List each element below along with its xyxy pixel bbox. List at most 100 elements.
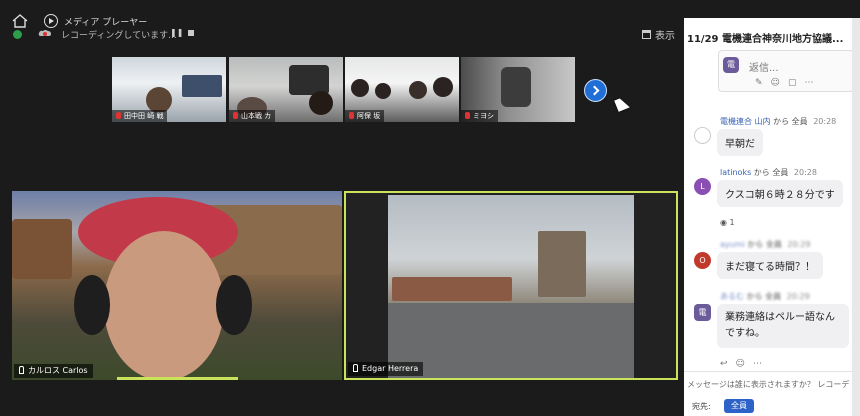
participant-head [433, 77, 453, 97]
thumbnail-name: 山本戦 カ [241, 112, 272, 120]
participant-head [309, 91, 333, 115]
file-icon[interactable]: ▢ [788, 78, 797, 88]
sender-name: ayumi [720, 240, 745, 249]
reaction-count: 1 [729, 218, 735, 227]
reaction-badge[interactable]: ◉ 1 [720, 218, 735, 227]
video-tile-edgar[interactable]: Edgar Herrera [344, 191, 678, 380]
muted-mic-icon [465, 112, 470, 119]
thumbnail-name: ミヨシ [473, 112, 494, 120]
chat-scrollbar[interactable] [852, 18, 860, 416]
sender-scope: から 全員 [747, 240, 782, 249]
tile-name-label: カルロス Carlos [14, 364, 93, 378]
background-building [12, 219, 72, 279]
pause-recording-button[interactable]: ❚❚ [170, 28, 183, 37]
video-tile-carlos[interactable]: カルロス Carlos [12, 191, 342, 380]
sender-name: あるむ [720, 292, 744, 301]
media-player-icon [44, 14, 58, 28]
message-sender: latinoks から 全員 20:28 [720, 167, 817, 178]
recording-status: レコーディングしています... [61, 31, 177, 41]
reply-placeholder: 返信... [749, 63, 779, 74]
message-time: 20:29 [787, 240, 811, 249]
message-time: 20:28 [793, 168, 817, 177]
view-button[interactable]: 表示 [642, 27, 675, 42]
participant-thumbnail[interactable]: 山本戦 カ [229, 57, 343, 122]
active-speaker-indicator [117, 377, 238, 380]
security-shield-icon [13, 30, 22, 39]
message-sender: あるむ から 全員 20:29 [720, 291, 810, 302]
cathedral [538, 231, 586, 297]
sender-name: latinoks [720, 168, 752, 177]
message-sender: 電機連合 山内 から 全員 20:28 [720, 116, 836, 127]
message-time: 20:28 [813, 117, 837, 126]
message-time: 20:29 [786, 292, 810, 301]
thumbnail-name: 田中田 崎 戦 [124, 112, 164, 120]
participant-head [375, 83, 391, 99]
reply-avatar: 電 [723, 57, 739, 73]
thumbnail-label: ミヨシ [461, 110, 498, 122]
participant-name: カルロス Carlos [28, 366, 88, 375]
mouse-cursor [614, 96, 630, 112]
participant-thumbnail[interactable]: ミヨシ [461, 57, 575, 122]
message-bubble[interactable]: 業務連絡はペルー語なんですね。 [717, 304, 849, 348]
recipient-label: 宛先: [692, 402, 711, 411]
sender-scope: から 全員 [753, 168, 789, 177]
participant-head [351, 79, 369, 97]
app-title: メディア プレーヤー [64, 18, 148, 28]
thumbnail-name: 阿保 坂 [357, 112, 381, 120]
chat-title: 11/29 電機連合神奈川地方協議... [687, 34, 844, 45]
format-icon[interactable]: ✎ [755, 78, 763, 88]
pin-icon [19, 366, 24, 374]
message-bubble[interactable]: まだ寝てる時間？！ [717, 252, 823, 279]
message-actions: ↩ ☺ ⋯ [720, 359, 762, 369]
sender-avatar [694, 127, 711, 144]
pin-icon [353, 364, 358, 372]
blurred-figure [501, 67, 531, 107]
chat-panel: 11/29 電機連合神奈川地方協議... 電 返信... ✎ ☺ ▢ ⋯ 電機連… [684, 18, 854, 416]
participant-thumbnail[interactable]: 田中田 崎 戦 [112, 57, 226, 122]
sender-scope: から 全員 [746, 292, 782, 301]
window-topbar: メディア プレーヤー レコーディングしています... ❚❚ 表示 [0, 0, 684, 42]
reply-input[interactable]: 電 返信... ✎ ☺ ▢ ⋯ [718, 50, 854, 92]
tile-name-label: Edgar Herrera [348, 362, 424, 376]
view-button-label: 表示 [655, 31, 675, 42]
message-bubble[interactable]: 早朝だ [717, 129, 763, 156]
emoji-icon[interactable]: ☺ [771, 78, 780, 88]
sender-scope: から 全員 [773, 117, 808, 126]
more-actions-icon[interactable]: ⋯ [753, 359, 762, 369]
thumbnail-label: 田中田 崎 戦 [112, 110, 168, 122]
participant-thumbnail[interactable]: 阿保 坂 [345, 57, 459, 122]
composer-divider [684, 371, 852, 372]
background-screen [182, 75, 222, 97]
sender-name: 電機連合 山内 [720, 117, 771, 126]
message-bubble[interactable]: クスコ朝６時２８分です [717, 180, 843, 207]
headphone [74, 275, 110, 335]
muted-mic-icon [116, 112, 121, 119]
message-input[interactable]: メッセージは誰に表示されますか？ レコーデ [687, 379, 849, 390]
sender-avatar: L [694, 178, 711, 195]
shared-photo-plaza [388, 195, 634, 378]
reply-icon[interactable]: ↩ [720, 359, 728, 369]
muted-mic-icon [349, 112, 354, 119]
participant-head [409, 81, 427, 99]
emoji-reaction-icon[interactable]: ☺ [736, 359, 745, 369]
message-sender: ayumi から 全員 20:29 [720, 239, 810, 250]
cloud-recording-icon [38, 30, 51, 36]
participant-face [104, 231, 224, 380]
home-icon[interactable] [12, 14, 28, 28]
participant-name: Edgar Herrera [362, 364, 419, 373]
reaction-emoji-icon: ◉ [720, 218, 727, 227]
thumbnail-label: 山本戦 カ [229, 110, 276, 122]
more-icon[interactable]: ⋯ [804, 78, 813, 88]
next-page-button[interactable] [584, 79, 607, 102]
grid-view-icon [642, 30, 651, 39]
muted-mic-icon [233, 112, 238, 119]
colonial-buildings [392, 277, 512, 301]
sender-avatar: O [694, 252, 711, 269]
thumbnail-label: 阿保 坂 [345, 110, 385, 122]
headphone [216, 275, 252, 335]
sender-avatar: 電 [694, 304, 711, 321]
stop-recording-button[interactable] [188, 30, 194, 36]
plaza-pavement [388, 303, 634, 378]
recipient-dropdown[interactable]: 全員 [724, 399, 754, 413]
reply-toolbar: ✎ ☺ ▢ ⋯ [755, 78, 813, 88]
